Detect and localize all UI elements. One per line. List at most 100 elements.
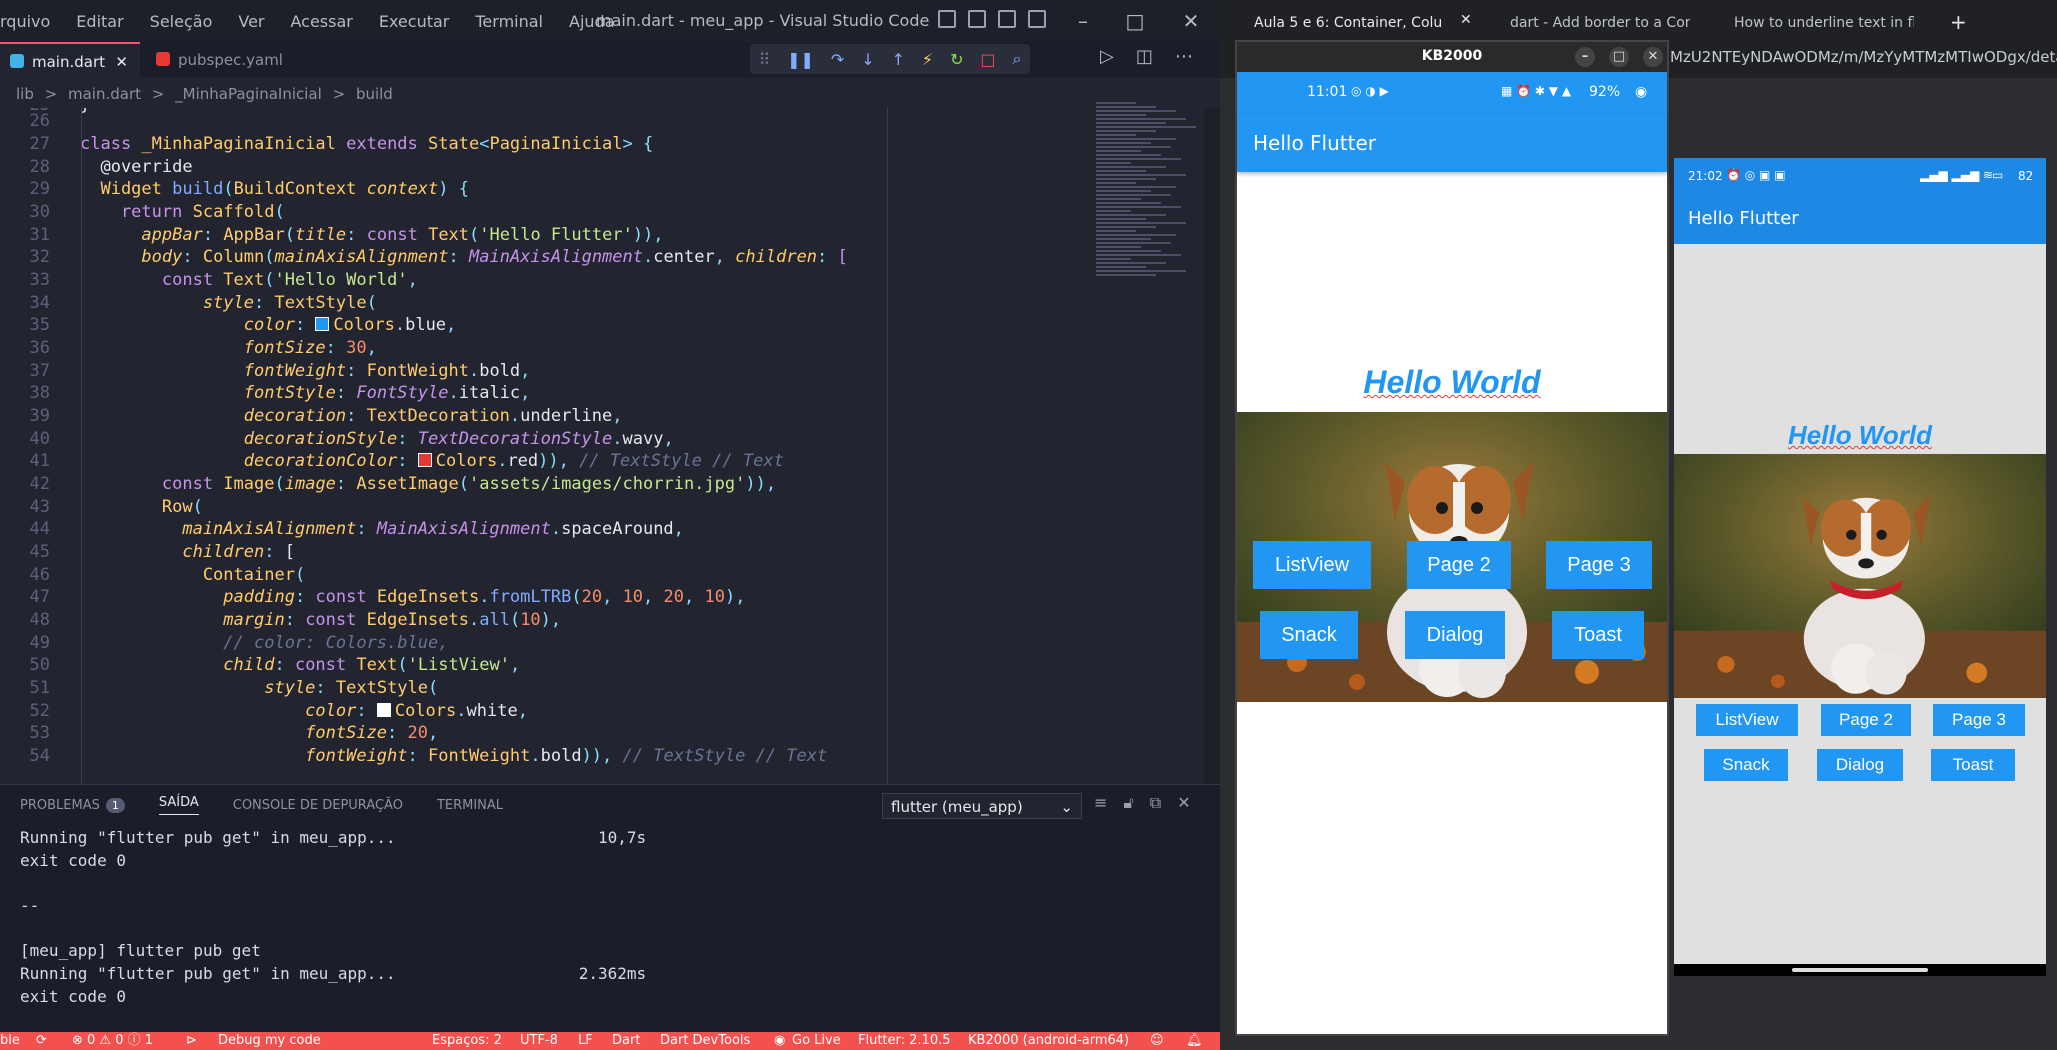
page3-button[interactable]: Page 3	[1933, 704, 2025, 736]
customize-layout-icon[interactable]	[1028, 10, 1046, 28]
status-eol[interactable]: LF	[578, 1032, 593, 1050]
menu-executar[interactable]: Executar	[379, 12, 450, 31]
toggle-sidebar-icon[interactable]	[938, 10, 956, 28]
listview-button[interactable]: ListView	[1696, 704, 1798, 736]
notifications-icon[interactable]: 🔔︎	[1186, 1032, 1203, 1050]
page2-button[interactable]: Page 2	[1407, 541, 1511, 589]
status-remote[interactable]: ble	[0, 1032, 20, 1050]
tab-main-dart[interactable]: main.dart ✕	[0, 42, 140, 78]
maximize-icon[interactable]: □	[1609, 47, 1629, 67]
menu-arquivo[interactable]: rquivo	[0, 12, 50, 31]
lock-icon[interactable]: 🔓︎	[1123, 793, 1133, 813]
dialog-button[interactable]: Dialog	[1817, 749, 1903, 781]
snack-button[interactable]: Snack	[1260, 611, 1358, 659]
code-line: 27 class _MinhaPaginaInicial extends Stat…	[29, 134, 654, 154]
button-label: Page 3	[1567, 554, 1631, 576]
new-tab-icon[interactable]: +	[1950, 10, 1967, 34]
clear-output-icon[interactable]: ≡	[1094, 793, 1107, 813]
breadcrumb-class[interactable]: _MinhaPaginaInicial	[175, 85, 322, 103]
page3-button[interactable]: Page 3	[1546, 541, 1652, 589]
toast-button[interactable]: Toast	[1931, 749, 2015, 781]
run-icon[interactable]: ▷	[1100, 46, 1114, 67]
tab-problems[interactable]: PROBLEMAS 1	[20, 797, 125, 813]
app-bar-title: Hello Flutter	[1237, 114, 1667, 172]
browser-tab-border[interactable]: dart - Add border to a Contain	[1510, 8, 1690, 38]
listview-button[interactable]: ListView	[1253, 541, 1371, 589]
code-line: 26	[29, 111, 50, 131]
code-line: 30 return Scaffold(	[29, 202, 285, 222]
title-bar: rquivo Editar Seleção Ver Acessar Execut…	[0, 0, 1220, 42]
close-icon[interactable]: ✕	[1643, 47, 1663, 67]
status-indentation[interactable]: Espaços: 2	[432, 1032, 502, 1050]
close-tab-icon[interactable]: ✕	[1460, 12, 1472, 28]
tab-output[interactable]: SAÍDA	[158, 795, 199, 815]
drag-handle-icon[interactable]: ⠿	[758, 50, 770, 69]
browser-tab-aula[interactable]: Aula 5 e 6: Container, Colu	[1254, 8, 1454, 38]
code-line: 31 appBar: AppBar(title: const Text('Hel…	[29, 225, 664, 245]
code-line: 52 color: Colors.white,	[29, 701, 528, 721]
close-tab-icon[interactable]: ✕	[115, 44, 128, 80]
status-device[interactable]: KB2000 (android-arm64)	[968, 1032, 1129, 1050]
status-devtools[interactable]: Dart DevTools	[660, 1032, 750, 1050]
menu-ver[interactable]: Ver	[238, 12, 264, 31]
more-icon[interactable]: ⋯	[1175, 46, 1193, 67]
ruler	[887, 108, 888, 784]
status-language[interactable]: Dart	[612, 1032, 640, 1050]
page2-button[interactable]: Page 2	[1821, 704, 1911, 736]
step-out-icon[interactable]: ↑	[892, 50, 905, 69]
dialog-button[interactable]: Dialog	[1405, 611, 1505, 659]
breadcrumb-lib[interactable]: lib	[16, 85, 34, 103]
panel-actions: ≡ 🔓︎ ⧉ ✕	[1094, 793, 1191, 813]
output-channel-select[interactable]: flutter (meu_app) ⌄	[882, 793, 1082, 819]
breadcrumb-file[interactable]: main.dart	[68, 85, 141, 103]
step-into-icon[interactable]: ↓	[861, 50, 874, 69]
close-icon[interactable]: ✕	[1166, 0, 1216, 42]
maximize-icon[interactable]: □	[1110, 0, 1160, 42]
restart-icon[interactable]: ↻	[950, 50, 963, 69]
button-label: Page 3	[1952, 710, 2006, 729]
status-go-live[interactable]: Go Live	[792, 1032, 841, 1050]
minimize-icon[interactable]: –	[1575, 47, 1595, 67]
browser-tab-underline[interactable]: How to underline text in flutte	[1734, 8, 1914, 38]
menu-acessar[interactable]: Acessar	[290, 12, 352, 31]
step-over-icon[interactable]: ↷	[831, 50, 844, 69]
home-indicator[interactable]	[1792, 968, 1928, 972]
sync-icon[interactable]: ⟳	[36, 1032, 47, 1050]
feedback-icon[interactable]: ☺	[1150, 1032, 1164, 1050]
maximize-panel-icon[interactable]: ⧉	[1150, 793, 1161, 813]
snack-button[interactable]: Snack	[1704, 749, 1788, 781]
menu-selecao[interactable]: Seleção	[150, 12, 213, 31]
minimize-icon[interactable]: –	[1058, 0, 1108, 42]
close-panel-icon[interactable]: ✕	[1177, 793, 1190, 813]
tab-terminal[interactable]: TERMINAL	[437, 798, 503, 813]
output-line: Running "flutter pub get" in meu_app... …	[20, 964, 647, 984]
inspect-icon[interactable]: ⌕	[1012, 49, 1021, 69]
status-encoding[interactable]: UTF-8	[520, 1032, 558, 1050]
menu-terminal[interactable]: Terminal	[475, 12, 543, 31]
status-flutter-version[interactable]: Flutter: 2.10.5	[858, 1032, 951, 1050]
tab-pubspec-yaml[interactable]: pubspec.yaml	[146, 42, 328, 78]
code-line: 54 fontWeight: FontWeight.bold)), // Tex…	[29, 746, 828, 766]
code-editor[interactable]: 25} 26 27class _MinhaPaginaInicial exten…	[0, 108, 1100, 784]
editor-tabs: main.dart ✕ pubspec.yaml	[0, 42, 1220, 78]
hot-reload-icon[interactable]: ⚡	[922, 50, 933, 69]
menu-editar[interactable]: Editar	[76, 12, 123, 31]
breadcrumb-method[interactable]: build	[356, 85, 393, 103]
android-status-bar: 11:01 ◎ ◑ ▶ ▦ ⏰ ✱ ▼ ▲ 92% ◉	[1237, 72, 1667, 114]
address-bar[interactable]: MzU2NTEyNDAwODMz/m/MzYyMTMzMTIwODgx/deta…	[1670, 48, 2057, 66]
tab-label: main.dart	[32, 53, 106, 71]
toggle-panel-icon[interactable]	[968, 10, 986, 28]
minimap[interactable]	[1096, 100, 1206, 380]
editor-scrollbar[interactable]	[1204, 108, 1220, 784]
battery-icon: ▭	[1992, 168, 2004, 182]
split-editor-icon[interactable]: ◫	[1136, 46, 1153, 67]
stop-icon[interactable]: □	[980, 50, 995, 69]
toggle-secondary-sidebar-icon[interactable]	[998, 10, 1016, 28]
toast-button[interactable]: Toast	[1552, 611, 1644, 659]
pause-icon[interactable]: ❚❚	[787, 50, 814, 69]
status-problems[interactable]: ⊗ 0 ⚠ 0 ⓘ 1	[72, 1032, 153, 1050]
color-swatch-icon	[315, 317, 330, 331]
status-debug-mode[interactable]: Debug my code	[218, 1032, 321, 1050]
tab-debug-console[interactable]: CONSOLE DE DEPURAÇÃO	[233, 798, 403, 813]
